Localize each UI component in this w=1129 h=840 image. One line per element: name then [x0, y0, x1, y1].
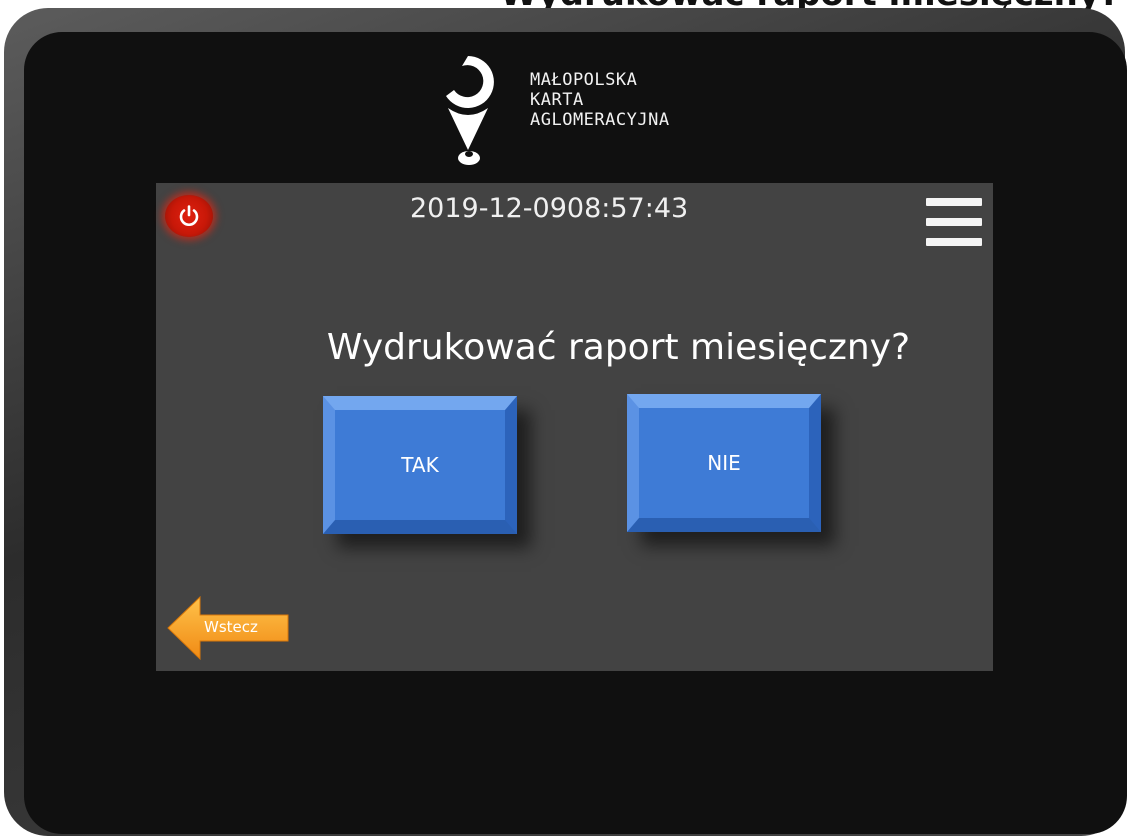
no-button[interactable]: NIE — [627, 394, 821, 532]
yes-button[interactable]: TAK — [323, 396, 517, 534]
hamburger-menu-icon-bar — [926, 238, 982, 246]
hamburger-menu-icon-bar — [926, 218, 982, 226]
brand-line-3: AGLOMERACYJNA — [530, 110, 670, 130]
confirm-question: Wydrukować raport miesięczny? — [326, 327, 911, 368]
hamburger-menu-button[interactable] — [926, 195, 982, 251]
power-icon — [179, 205, 199, 226]
brand-name: MAŁOPOLSKA KARTA AGLOMERACYJNA — [530, 70, 670, 130]
back-button[interactable]: Wstecz — [166, 595, 290, 661]
date-text: 2019-12-09 — [410, 193, 567, 224]
power-button[interactable] — [165, 195, 213, 237]
back-button-label: Wstecz — [204, 618, 258, 636]
map-pin-logo-icon — [446, 56, 494, 165]
date-time-display: 2019-12-0908:57:43 — [410, 193, 720, 224]
brand-logo: MAŁOPOLSKA KARTA AGLOMERACYJNA — [438, 52, 738, 170]
hamburger-menu-icon-bar — [926, 198, 982, 206]
brand-line-2: KARTA — [530, 90, 584, 110]
brand-line-1: MAŁOPOLSKA — [530, 70, 638, 90]
touch-screen: 2019-12-0908:57:43 Wydrukować raport mie… — [156, 183, 993, 671]
time-text: 08:57:43 — [566, 193, 689, 224]
